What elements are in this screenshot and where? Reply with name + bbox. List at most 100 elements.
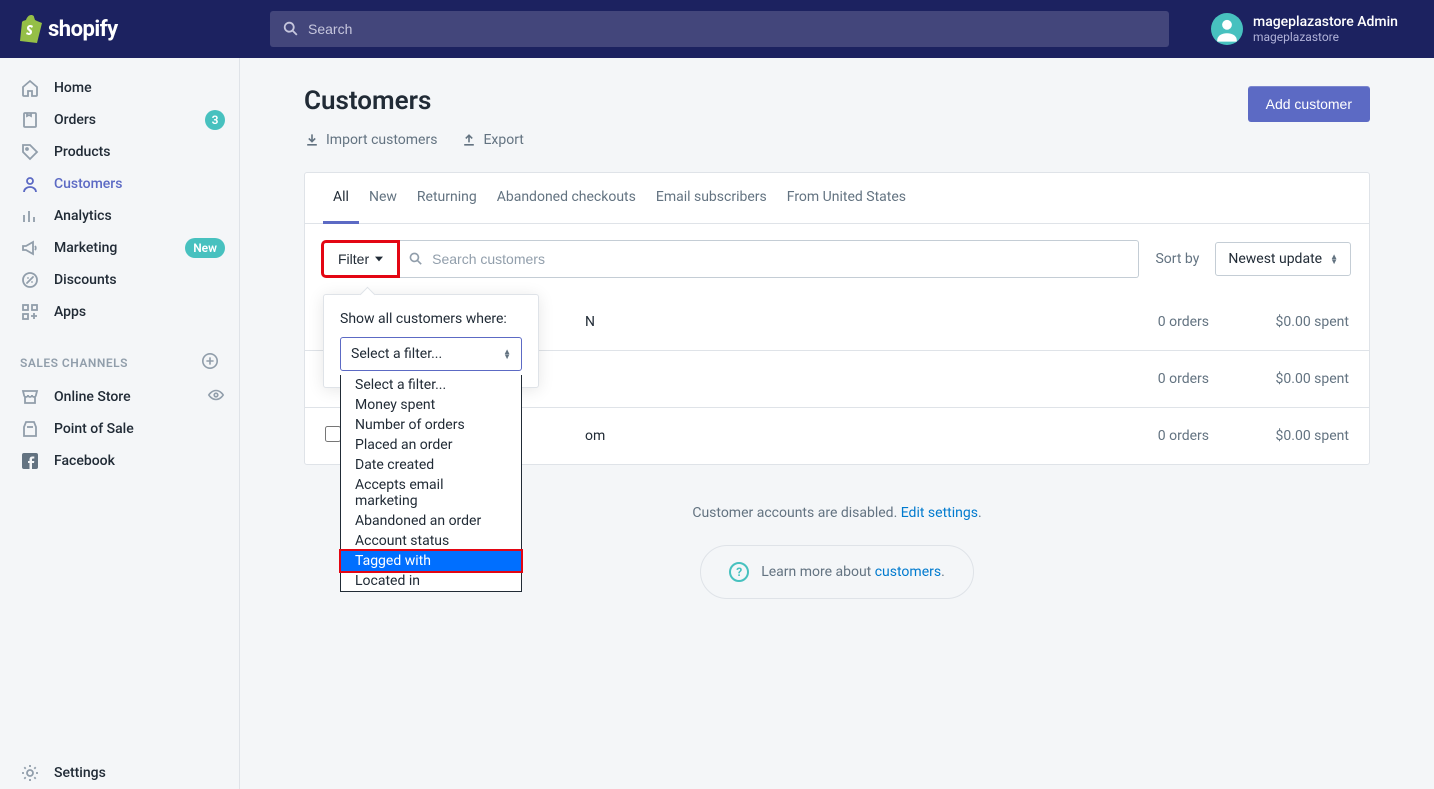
dd-option[interactable]: Account status xyxy=(341,531,521,551)
sidebar-item-marketing[interactable]: Marketing New xyxy=(0,232,239,264)
filter-button[interactable]: Filter xyxy=(323,242,398,276)
row-orders: 0 orders xyxy=(1049,314,1209,330)
sidebar-item-apps[interactable]: Apps xyxy=(0,296,239,328)
customer-search[interactable] xyxy=(398,240,1139,278)
help-icon: ? xyxy=(729,562,749,582)
sidebar-label: Customers xyxy=(54,176,122,192)
sidebar-item-customers[interactable]: Customers xyxy=(0,168,239,200)
row-spent: $0.00 spent xyxy=(1209,428,1349,444)
analytics-icon xyxy=(20,206,40,226)
popover-label: Show all customers where: xyxy=(340,311,522,327)
tabs: All New Returning Abandoned checkouts Em… xyxy=(305,173,1369,224)
row-orders: 0 orders xyxy=(1049,428,1209,444)
filter-dropdown: Select a filter... Money spent Number of… xyxy=(340,375,522,592)
customers-card: All New Returning Abandoned checkouts Em… xyxy=(304,172,1370,465)
main-content: Customers Import customers Export Add cu… xyxy=(240,58,1434,789)
row-checkbox[interactable] xyxy=(325,426,341,442)
sidebar-label: Marketing xyxy=(54,240,117,256)
discounts-icon xyxy=(20,270,40,290)
tab-abandoned[interactable]: Abandoned checkouts xyxy=(487,173,646,223)
sidebar-label: Facebook xyxy=(54,453,115,469)
filter-toolbar: Filter Show all customers where: Select … xyxy=(305,224,1369,294)
dd-option[interactable]: Date created xyxy=(341,455,521,475)
row-spent: $0.00 spent xyxy=(1209,371,1349,387)
global-search-input[interactable] xyxy=(308,21,1157,37)
customers-link[interactable]: customers xyxy=(875,564,941,580)
upload-icon xyxy=(461,132,477,148)
sidebar-label: Analytics xyxy=(54,208,112,224)
dd-option-tagged-with[interactable]: Tagged with xyxy=(341,551,521,571)
learn-more-pill[interactable]: ? Learn more about customers. xyxy=(700,545,974,599)
add-customer-button[interactable]: Add customer xyxy=(1248,86,1370,122)
tab-new[interactable]: New xyxy=(359,173,407,223)
sidebar-label: Point of Sale xyxy=(54,421,134,437)
sidebar-item-home[interactable]: Home xyxy=(0,72,239,104)
select-arrows-icon: ▲▼ xyxy=(503,349,511,359)
row-orders: 0 orders xyxy=(1049,371,1209,387)
sidebar: Home Orders 3 Products Customers Analyti… xyxy=(0,58,240,789)
sidebar-channel-facebook[interactable]: Facebook xyxy=(0,445,239,477)
orders-badge: 3 xyxy=(205,110,225,130)
shopify-bag-icon xyxy=(18,15,42,43)
search-icon xyxy=(408,251,424,267)
download-icon xyxy=(304,132,320,148)
sidebar-label: Products xyxy=(54,144,111,160)
filter-select[interactable]: Select a filter... ▲▼ Select a filter...… xyxy=(340,337,522,371)
sidebar-label: Apps xyxy=(54,304,86,320)
sidebar-item-products[interactable]: Products xyxy=(0,136,239,168)
sort-by-label: Sort by xyxy=(1155,251,1199,267)
apps-icon xyxy=(20,302,40,322)
user-names: mageplazastore Admin mageplazastore xyxy=(1253,14,1398,44)
user-menu[interactable]: mageplazastore Admin mageplazastore xyxy=(1199,13,1434,45)
sidebar-label: Orders xyxy=(54,112,96,128)
search-icon xyxy=(282,20,300,38)
sidebar-item-analytics[interactable]: Analytics xyxy=(0,200,239,232)
dd-option[interactable]: Located in xyxy=(341,571,521,591)
sidebar-item-orders[interactable]: Orders 3 xyxy=(0,104,239,136)
sidebar-channel-pos[interactable]: Point of Sale xyxy=(0,413,239,445)
page-title: Customers xyxy=(304,86,1248,116)
select-arrows-icon: ▲▼ xyxy=(1330,254,1338,264)
dd-option[interactable]: Abandoned an order xyxy=(341,511,521,531)
tab-from-us[interactable]: From United States xyxy=(777,173,916,223)
eye-icon[interactable] xyxy=(207,386,225,408)
filter-popover: Show all customers where: Select a filte… xyxy=(323,294,539,388)
row-spent: $0.00 spent xyxy=(1209,314,1349,330)
user-name: mageplazastore Admin xyxy=(1253,14,1398,30)
home-icon xyxy=(20,78,40,98)
customers-icon xyxy=(20,174,40,194)
dd-option[interactable]: Number of orders xyxy=(341,415,521,435)
sidebar-item-discounts[interactable]: Discounts xyxy=(0,264,239,296)
orders-icon xyxy=(20,110,40,130)
import-button[interactable]: Import customers xyxy=(304,132,437,148)
edit-settings-link[interactable]: Edit settings xyxy=(901,505,978,521)
dd-option[interactable]: Select a filter... xyxy=(341,375,521,395)
products-icon xyxy=(20,142,40,162)
sidebar-label: Settings xyxy=(54,765,106,781)
sort-select[interactable]: Newest update ▲▼ xyxy=(1215,242,1351,276)
dd-option[interactable]: Money spent xyxy=(341,395,521,415)
global-search[interactable] xyxy=(270,11,1169,47)
sidebar-item-settings[interactable]: Settings xyxy=(0,757,239,789)
tab-returning[interactable]: Returning xyxy=(407,173,487,223)
caret-down-icon xyxy=(375,256,383,262)
marketing-icon xyxy=(20,238,40,258)
add-channel-icon[interactable] xyxy=(201,352,219,373)
avatar xyxy=(1211,13,1243,45)
export-button[interactable]: Export xyxy=(461,132,523,148)
logo[interactable]: shopify xyxy=(0,15,240,43)
sidebar-label: Home xyxy=(54,80,92,96)
tab-email-subs[interactable]: Email subscribers xyxy=(646,173,777,223)
dd-option[interactable]: Accepts email marketing xyxy=(341,475,521,511)
topbar: shopify mageplazastore Admin mageplazast… xyxy=(0,0,1434,58)
sidebar-label: Online Store xyxy=(54,389,131,405)
tab-all[interactable]: All xyxy=(323,173,359,224)
sales-channels-header: SALES CHANNELS xyxy=(0,328,239,381)
dd-option[interactable]: Placed an order xyxy=(341,435,521,455)
pos-icon xyxy=(20,419,40,439)
facebook-icon xyxy=(20,451,40,471)
store-icon xyxy=(20,387,40,407)
sidebar-channel-online-store[interactable]: Online Store xyxy=(0,381,239,413)
customer-search-input[interactable] xyxy=(424,251,1128,267)
new-badge: New xyxy=(185,238,225,258)
